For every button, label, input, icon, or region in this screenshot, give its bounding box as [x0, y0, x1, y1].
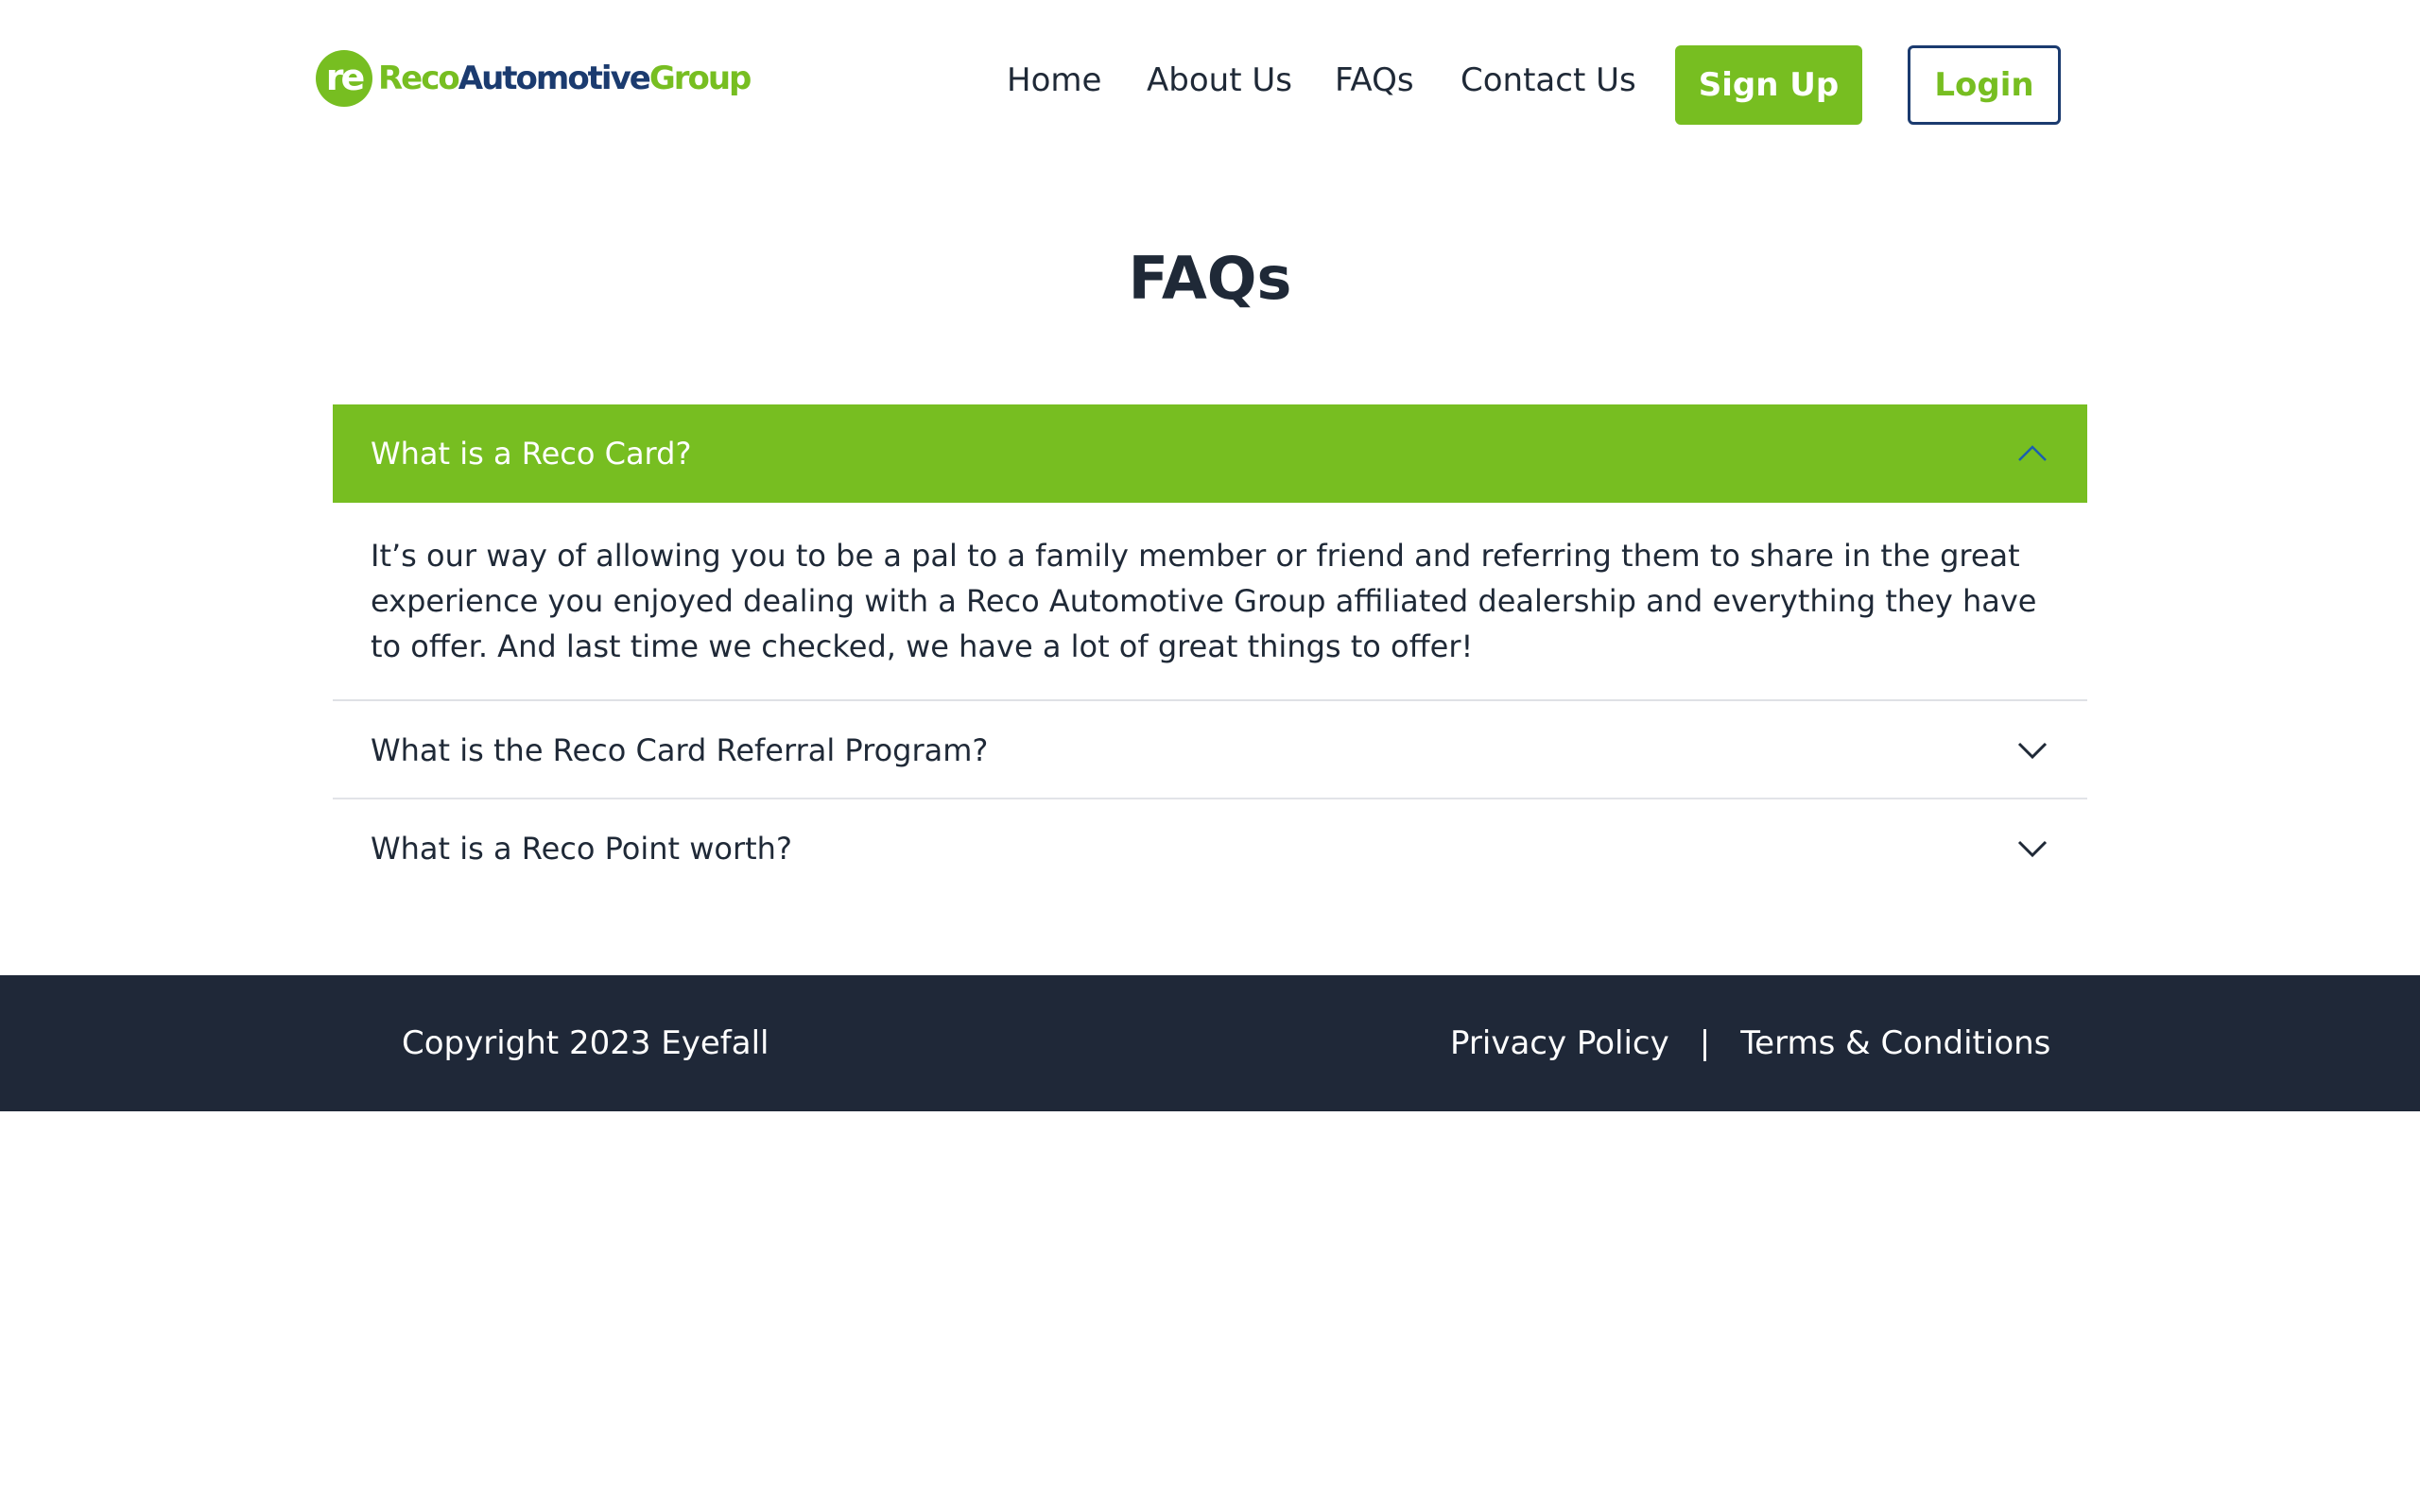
footer-links: Privacy Policy | Terms & Conditions [1450, 1020, 2050, 1067]
login-button[interactable]: Login [1908, 45, 2061, 125]
footer-separator: | [1699, 1024, 1711, 1062]
faq-question-text: What is a Reco Point worth? [371, 831, 792, 867]
chevron-down-icon[interactable] [2015, 733, 2049, 767]
brand-logo-badge: re [316, 50, 372, 107]
brand-name-group: Group [648, 60, 752, 97]
faq-accordion: What is a Reco Card? It’s our way of all… [333, 404, 2087, 898]
site-footer: Copyright 2023 Eyefall Privacy Policy | Te… [0, 975, 2420, 1111]
brand-logo[interactable]: re RecoAutomotiveGroup [316, 49, 752, 108]
chevron-up-icon[interactable] [2015, 437, 2049, 471]
faq-question-text: What is the Reco Card Referral Program? [371, 732, 989, 768]
faq-item: What is a Reco Point worth? [333, 799, 2087, 898]
nav-item-contact-us[interactable]: Contact Us [1461, 57, 1636, 104]
nav-item-faqs[interactable]: FAQs [1335, 57, 1414, 104]
terms-conditions-link[interactable]: Terms & Conditions [1740, 1024, 2050, 1062]
site-header: re RecoAutomotiveGroup Home About Us FAQ… [0, 0, 2420, 170]
faq-question-header[interactable]: What is the Reco Card Referral Program? [333, 701, 2087, 799]
privacy-policy-link[interactable]: Privacy Policy [1450, 1024, 1669, 1062]
faq-item: What is the Reco Card Referral Program? [333, 701, 2087, 799]
chevron-down-icon[interactable] [2015, 832, 2049, 866]
faq-item: What is a Reco Card? It’s our way of all… [333, 404, 2087, 701]
nav-item-home[interactable]: Home [1007, 57, 1101, 104]
page-title: FAQs [1128, 244, 1292, 313]
brand-name-automotive: Automotive [458, 60, 651, 97]
faq-question-header[interactable]: What is a Reco Point worth? [333, 799, 2087, 898]
nav-item-about-us[interactable]: About Us [1147, 57, 1292, 104]
copyright-text: Copyright 2023 Eyefall [402, 1024, 769, 1062]
faq-answer-text: It’s our way of allowing you to be a pal… [333, 503, 2087, 701]
brand-name-reco: Reco [378, 60, 460, 97]
faq-question-header[interactable]: What is a Reco Card? [333, 404, 2087, 503]
brand-logo-text: RecoAutomotiveGroup [378, 50, 752, 107]
sign-up-button[interactable]: Sign Up [1675, 45, 1862, 125]
faq-question-text: What is a Reco Card? [371, 436, 692, 472]
